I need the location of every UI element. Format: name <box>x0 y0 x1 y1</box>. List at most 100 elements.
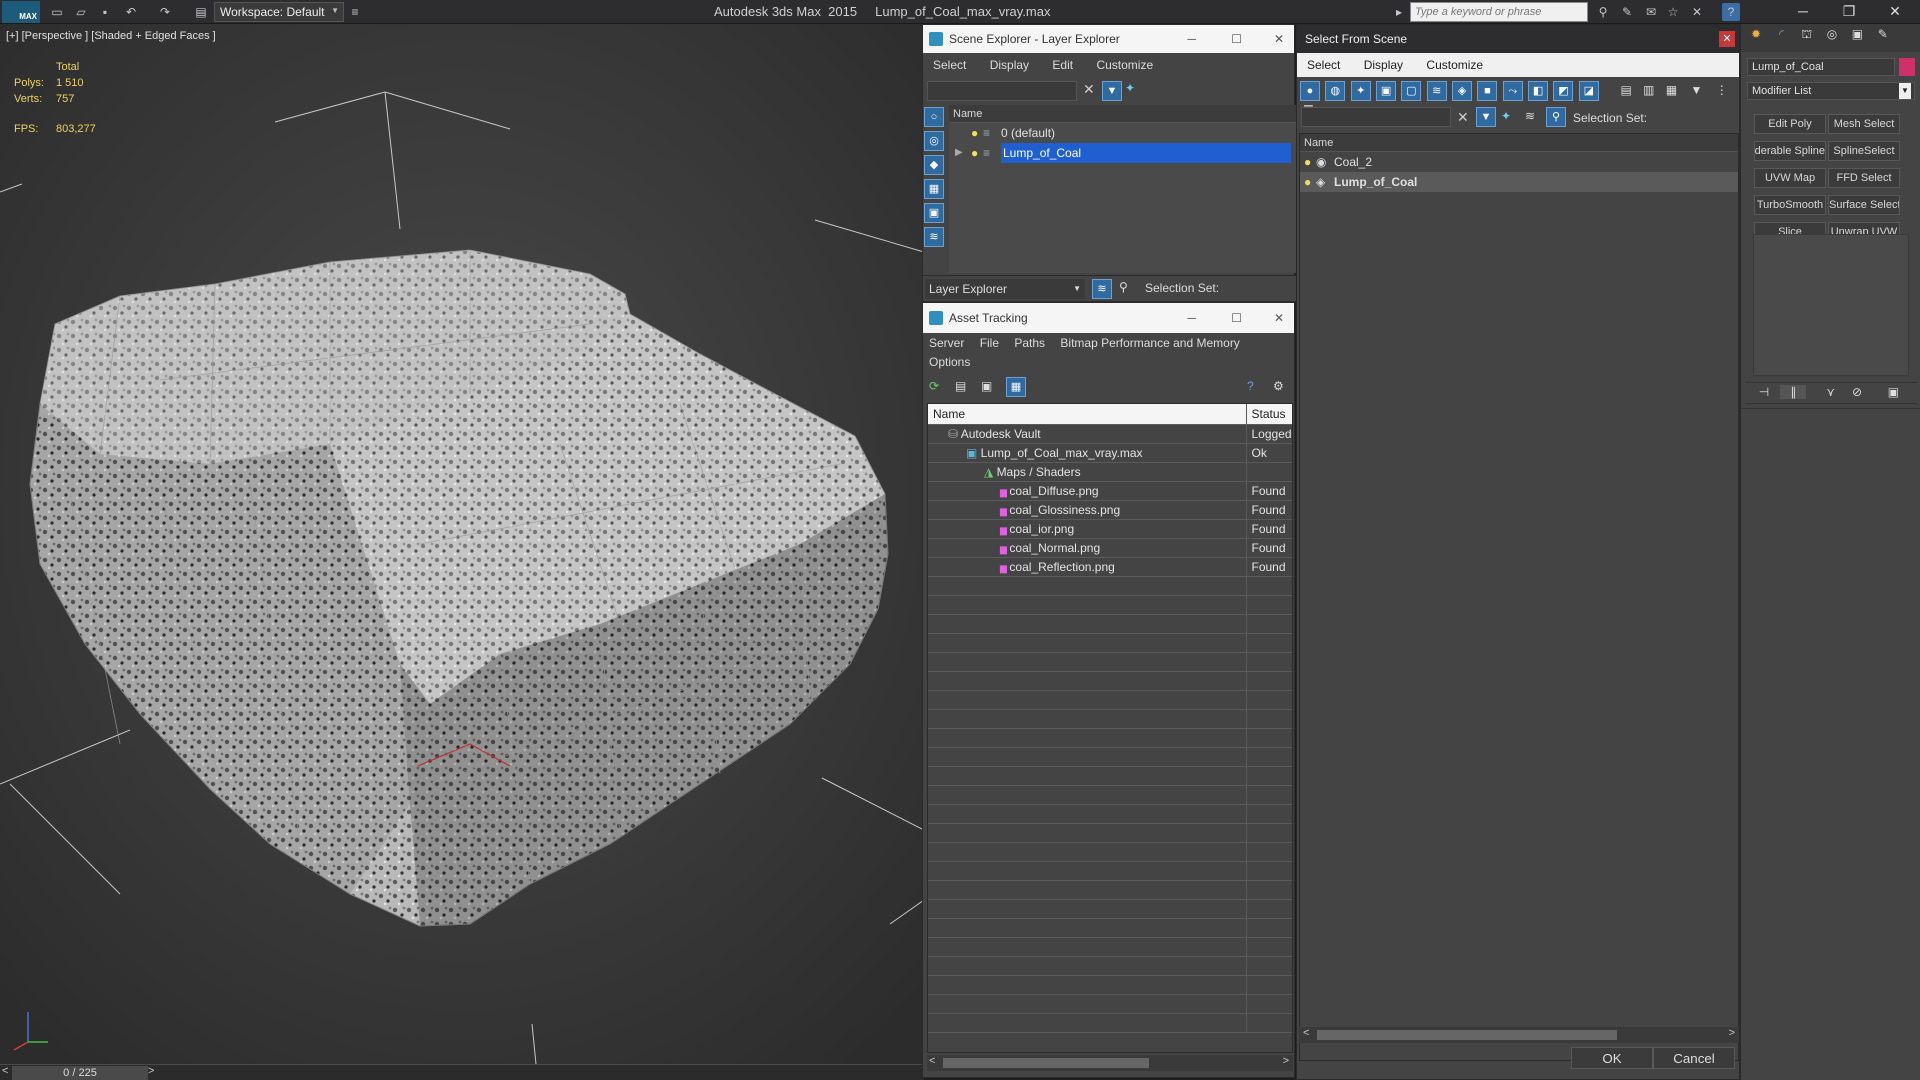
favorites-star-icon[interactable]: ☆ <box>1664 3 1682 21</box>
layer-row-lump-of-coal[interactable]: ▶ ● ≡ Lump_of_Coal <box>949 143 1296 163</box>
search-input[interactable]: Type a keyword or phrase <box>1410 2 1588 22</box>
display-invert-icon[interactable]: ▦ <box>1666 83 1677 97</box>
menu-display[interactable]: Display <box>980 53 1039 77</box>
display-bones-icon[interactable]: ⤳ <box>1502 81 1523 101</box>
scroll-left-icon[interactable]: < <box>929 1055 935 1067</box>
table-row[interactable]: ▆ coal_ior.png Found <box>928 519 1292 539</box>
layer-column-name[interactable]: Name <box>949 105 1296 123</box>
object-color-swatch[interactable] <box>1899 58 1915 76</box>
minimize-icon[interactable]: ─ <box>1187 303 1196 333</box>
table-row[interactable]: ▣ Lump_of_Coal_max_vray.max Ok <box>928 443 1292 463</box>
close-icon[interactable]: ✕ <box>1274 303 1284 333</box>
layer-row-default[interactable]: ● ≡ 0 (default) <box>949 123 1296 143</box>
table-row[interactable]: ▆ coal_Diffuse.png Found <box>928 481 1292 501</box>
layer-search-input[interactable] <box>927 81 1077 101</box>
table-row[interactable]: ▆ coal_Reflection.png Found <box>928 557 1292 577</box>
object-row-coal-2[interactable]: ● ◉ Coal_2 <box>1300 152 1738 172</box>
modifier-stack[interactable] <box>1753 234 1909 376</box>
menu-select[interactable]: Select <box>923 53 976 77</box>
menu-customize[interactable]: Customize <box>1416 53 1493 77</box>
display-geometry-icon[interactable]: ◆ <box>924 155 944 175</box>
display-frozen-icon[interactable]: ◩ <box>1553 81 1574 101</box>
select-from-scene-titlebar[interactable]: Select From Scene ✕ <box>1297 25 1739 53</box>
table-view-icon[interactable]: ▦ <box>1006 377 1026 397</box>
cancel-button[interactable]: Cancel <box>1653 1047 1735 1069</box>
maximize-icon[interactable]: ❐ <box>1826 0 1872 24</box>
time-slider[interactable]: 0 / 225 <box>12 1066 148 1080</box>
display-groups-icon[interactable]: ◈ <box>1452 81 1473 101</box>
menu-overflow-icon[interactable]: ≡ <box>346 3 364 21</box>
utilities-tab-icon[interactable]: ✎ <box>1872 27 1894 41</box>
menu-paths[interactable]: Paths <box>1008 333 1051 353</box>
display-xrefs-icon[interactable]: ■ <box>1477 81 1498 101</box>
table-row[interactable]: ▆ coal_Glossiness.png Found <box>928 500 1292 520</box>
close-icon[interactable]: ✕ <box>1719 31 1735 47</box>
display-containers-icon[interactable]: ◧ <box>1528 81 1549 101</box>
scroll-thumb[interactable] <box>1317 1030 1617 1040</box>
menu-edit[interactable]: Edit <box>1042 53 1083 77</box>
column-name[interactable]: Name <box>1300 134 1738 152</box>
thumbnail-view-icon[interactable]: ▣ <box>981 379 992 393</box>
scroll-right-icon[interactable]: > <box>1729 1027 1735 1039</box>
menu-file[interactable]: File <box>974 333 1005 353</box>
prev-frame-icon[interactable]: < <box>2 1065 8 1077</box>
layers-icon[interactable]: ≋ <box>1525 109 1535 123</box>
close-icon[interactable]: ✕ <box>1872 0 1918 24</box>
display-hidden-icon[interactable]: ◪ <box>1578 81 1599 101</box>
display-all-icon[interactable]: ▤ <box>1620 83 1631 97</box>
filter-icon[interactable]: ▼ <box>1691 83 1703 97</box>
list-view-icon[interactable]: ▤ <box>955 379 966 393</box>
new-file-icon[interactable]: ▭ <box>48 3 66 21</box>
layer-toggle-icon[interactable]: ≋ <box>1092 279 1112 299</box>
find-icon[interactable]: ✦ <box>1501 109 1511 123</box>
settings-icon[interactable]: ⚙ <box>1273 379 1284 393</box>
scene-search-input[interactable] <box>1301 107 1451 127</box>
display-shapes-icon[interactable]: ◍ <box>1325 81 1346 101</box>
close-icon[interactable]: ✕ <box>1274 25 1284 53</box>
display-cameras-icon[interactable]: ▣ <box>1376 81 1397 101</box>
next-frame-icon[interactable]: > <box>148 1065 154 1077</box>
create-tab-icon[interactable]: ✹ <box>1745 27 1767 41</box>
tools-icon[interactable]: ✎ <box>1618 3 1636 21</box>
mesh-select-button[interactable]: Mesh Select <box>1828 114 1900 134</box>
modify-tab-icon[interactable]: ◜ <box>1770 27 1792 41</box>
display-lights-icon[interactable]: ✦ <box>1350 81 1371 101</box>
workspace-dropdown[interactable]: Workspace: Default ▼ <box>214 2 344 22</box>
minimize-icon[interactable]: ─ <box>1187 25 1196 53</box>
help-icon[interactable]: ? <box>1722 3 1740 21</box>
display-layers-icon[interactable]: ≋ <box>924 227 944 247</box>
display-helpers-icon[interactable]: ▢ <box>1401 81 1422 101</box>
communication-icon[interactable]: ✉ <box>1642 3 1660 21</box>
hierarchy-icon[interactable]: ⚲ <box>1119 280 1128 294</box>
menu-customize[interactable]: Customize <box>1086 53 1163 77</box>
find-icon[interactable]: ✦ <box>1125 81 1135 95</box>
open-folder-icon[interactable]: ▱ <box>72 3 90 21</box>
hierarchy-mode-icon[interactable]: ⚲ <box>1546 107 1566 127</box>
renderable-spline-button[interactable]: Renderable Spline <box>1754 141 1826 161</box>
show-end-result-icon[interactable]: ∥ <box>1780 385 1807 399</box>
modifier-list-dropdown[interactable]: Modifier List ▼ <box>1747 82 1915 100</box>
scroll-left-icon[interactable]: < <box>1303 1027 1309 1039</box>
binoculars-icon[interactable]: ⚲ <box>1594 3 1612 21</box>
column-status[interactable]: Status <box>1245 404 1292 425</box>
table-row[interactable]: ◮ Maps / Shaders <box>928 462 1292 482</box>
edit-poly-button[interactable]: Edit Poly <box>1754 114 1826 134</box>
turbosmooth-button[interactable]: TurboSmooth <box>1754 195 1826 215</box>
ok-button[interactable]: OK <box>1571 1047 1653 1069</box>
remove-modifier-icon[interactable]: ⊘ <box>1847 385 1867 399</box>
viewport-label[interactable]: [+] [Perspective ] [Shaded + Edged Faces… <box>6 30 216 42</box>
explorer-type-dropdown[interactable]: Layer Explorer ▼ <box>925 279 1085 299</box>
minimize-icon[interactable]: ─ <box>1780 0 1826 24</box>
clear-search-icon[interactable]: ✕ <box>1457 109 1469 126</box>
perspective-viewport[interactable]: [+] [Perspective ] [Shaded + Edged Faces… <box>0 24 924 1064</box>
scroll-thumb[interactable] <box>943 1058 1149 1068</box>
clear-search-icon[interactable]: ✕ <box>1083 81 1095 98</box>
search-arrow-icon[interactable]: ▸ <box>1390 3 1408 21</box>
filter-icon[interactable]: ▼ <box>1102 81 1122 101</box>
asset-tracking-titlebar[interactable]: Asset Tracking ─ ☐ ✕ <box>923 303 1294 333</box>
pin-stack-icon[interactable]: ⊣ <box>1751 385 1777 399</box>
exchange-icon[interactable]: ✕ <box>1688 3 1706 21</box>
maximize-icon[interactable]: ☐ <box>1231 25 1242 53</box>
redo-icon[interactable]: ↷ <box>156 3 174 21</box>
make-unique-icon[interactable]: ⋎ <box>1818 385 1844 399</box>
